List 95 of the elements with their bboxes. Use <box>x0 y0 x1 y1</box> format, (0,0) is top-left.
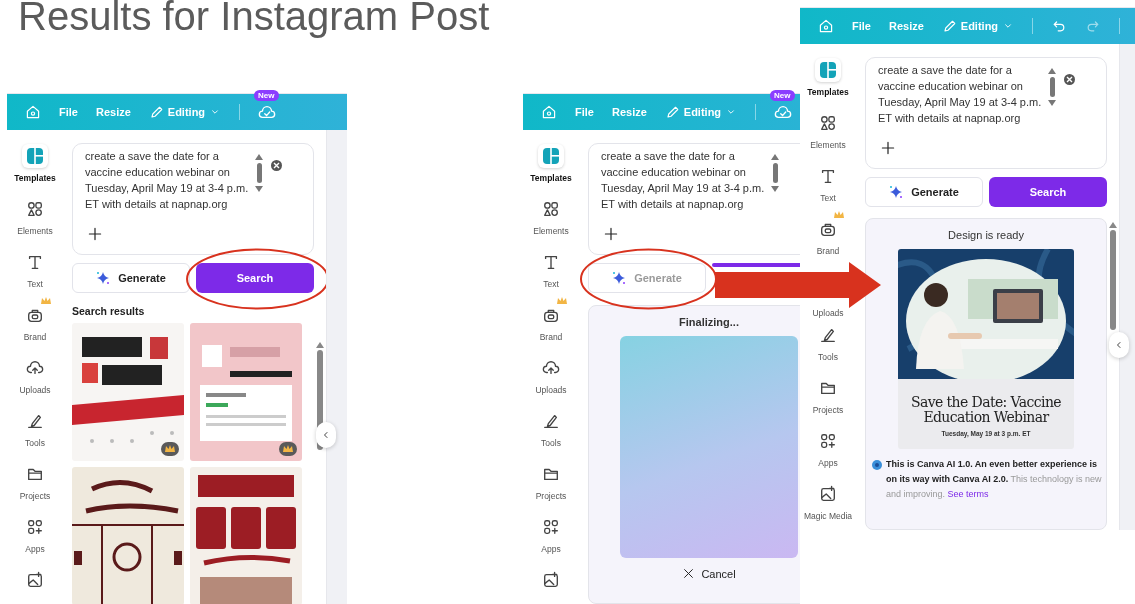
apps-icon <box>26 518 44 536</box>
pen-icon <box>819 326 837 344</box>
search-button[interactable]: Search <box>196 263 314 293</box>
design-title: Save the Date: Vaccine Education Webinar <box>909 395 1062 425</box>
sidebar-item[interactable]: Tools <box>523 409 579 462</box>
scroll-up-icon[interactable] <box>255 154 263 160</box>
magic-image-icon <box>819 485 837 503</box>
home-icon[interactable] <box>541 104 557 120</box>
crown-icon <box>41 297 51 305</box>
collapse-button[interactable] <box>316 422 336 448</box>
plus-icon[interactable] <box>87 226 103 242</box>
text-icon <box>819 167 837 185</box>
home-icon[interactable] <box>25 104 41 120</box>
scroll-up-icon[interactable] <box>316 342 324 348</box>
chevron-left-icon <box>1114 340 1124 350</box>
crown-icon <box>279 442 297 456</box>
sidebar-item[interactable]: Magic Media <box>800 482 856 530</box>
sidebar-item[interactable]: Uploads <box>800 308 856 323</box>
status-text: Finalizing... <box>679 316 739 328</box>
pencil-icon <box>148 104 164 120</box>
sidebar-item[interactable]: Tools <box>7 409 63 462</box>
sidebar-item[interactable]: Projects <box>800 376 856 429</box>
upload-icon <box>542 359 560 377</box>
elements-icon <box>26 200 44 218</box>
prompt-field[interactable]: create a save the date for a vaccine education webinar on Tuesday, April May 19 at 3-4 p.m. ET with details at napnap.org <box>865 57 1107 169</box>
templates-icon <box>26 147 44 165</box>
scroll-down-icon[interactable] <box>1048 100 1056 106</box>
pencil-icon <box>941 18 957 34</box>
sidebar-item[interactable]: Apps <box>523 515 579 568</box>
prompt-field[interactable]: create a save the date for a vaccine education webinar on Tuesday, April May 19 at 3-4 p.m. ET with details at napnap.org <box>72 143 314 255</box>
apps-icon <box>542 518 560 536</box>
text-icon <box>542 253 560 271</box>
sidebar-item[interactable]: Brand <box>523 303 579 356</box>
elements-icon <box>819 114 837 132</box>
sidebar-item[interactable]: Brand <box>800 217 856 270</box>
sparkle-icon <box>96 271 111 285</box>
sidebar-item[interactable]: Elements <box>523 197 579 250</box>
sidebar-item[interactable]: Text <box>523 250 579 303</box>
crown-icon <box>557 297 567 305</box>
sidebar-item[interactable]: Templates <box>523 144 579 197</box>
sparkle-icon <box>889 185 904 199</box>
sidebar-item[interactable]: Apps <box>7 515 63 568</box>
crown-icon <box>834 211 844 219</box>
sidebar-item[interactable]: Uploads <box>7 356 63 409</box>
scroll-down-icon[interactable] <box>771 186 779 192</box>
cloud-check-icon[interactable] <box>774 103 793 121</box>
search-button[interactable]: Search <box>989 177 1107 207</box>
pen-icon <box>26 412 44 430</box>
upload-icon <box>26 359 44 377</box>
clear-icon[interactable] <box>271 160 282 171</box>
sidebar-item[interactable]: Elements <box>800 111 856 164</box>
sidebar-item[interactable]: Text <box>800 164 856 217</box>
generate-button[interactable]: Generate <box>72 263 190 293</box>
apps-icon <box>819 432 837 450</box>
pen-icon <box>542 412 560 430</box>
templates-icon <box>542 147 560 165</box>
sidebar-item[interactable]: Projects <box>523 462 579 515</box>
scroll-up-icon[interactable] <box>1109 222 1117 228</box>
cloud-check-icon[interactable] <box>258 103 277 121</box>
close-icon <box>682 567 696 580</box>
sparkle-icon <box>612 271 627 285</box>
sidebar-item[interactable]: Uploads <box>523 356 579 409</box>
sidebar-item[interactable]: Tools <box>800 323 856 376</box>
notice-text: This is Canva AI 1.0. An even better experience is on its way with Canva AI 2.0. This technology is new and improving. See terms <box>886 458 1102 501</box>
sidebar-item[interactable]: Projects <box>7 462 63 515</box>
templates-icon <box>819 61 837 79</box>
sidebar-item[interactable]: Text <box>7 250 63 303</box>
status-text: Design is ready <box>948 229 1024 241</box>
generate-button[interactable]: Generate <box>865 177 983 207</box>
cancel-button[interactable]: Cancel <box>676 566 742 581</box>
sidebar-item[interactable]: Apps <box>800 429 856 482</box>
plus-icon[interactable] <box>603 226 619 242</box>
sidebar-item[interactable]: Templates <box>7 144 63 197</box>
chevron-left-icon <box>321 430 331 440</box>
magic-image-icon <box>26 571 44 589</box>
sidebar-item[interactable]: Elements <box>7 197 63 250</box>
clear-icon[interactable] <box>1064 74 1075 85</box>
pencil-icon <box>664 104 680 120</box>
new-badge: New <box>254 90 279 101</box>
scroll-down-icon[interactable] <box>255 186 263 192</box>
new-badge: New <box>770 90 795 101</box>
magic-image-icon <box>542 571 560 589</box>
home-icon[interactable] <box>818 18 834 34</box>
sidebar-item[interactable]: Brand <box>7 303 63 356</box>
elements-icon <box>542 200 560 218</box>
slide-title: Results for Instagram Post <box>18 0 490 39</box>
results-heading: Search results <box>72 305 146 317</box>
sidebar-item[interactable]: Templates <box>800 58 856 111</box>
see-terms-link[interactable]: See terms <box>947 489 989 499</box>
crown-icon <box>161 442 179 456</box>
scroll-up-icon[interactable] <box>771 154 779 160</box>
info-icon <box>872 460 882 470</box>
text-icon <box>26 253 44 271</box>
scroll-up-icon[interactable] <box>1048 68 1056 74</box>
plus-icon[interactable] <box>880 140 896 156</box>
